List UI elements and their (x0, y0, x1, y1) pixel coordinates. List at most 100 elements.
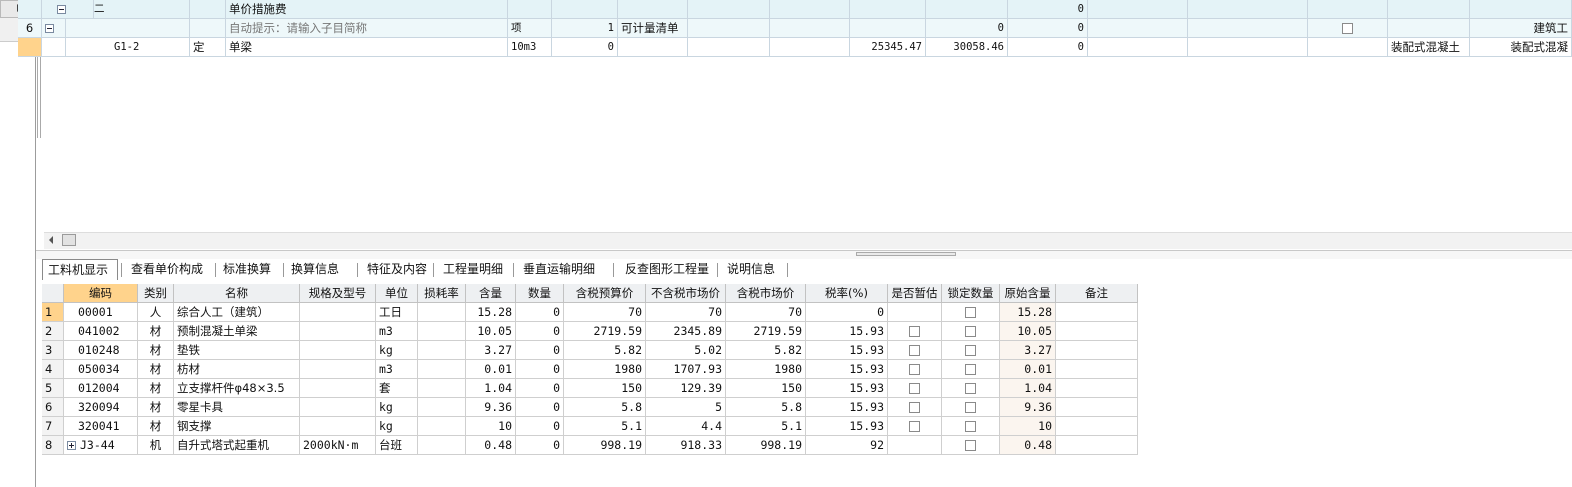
cell-lock[interactable] (942, 398, 1000, 417)
splitter-grip-icon[interactable] (856, 252, 956, 256)
cell-name[interactable]: 零星卡具 (174, 398, 300, 417)
cell-code[interactable]: 010248 (64, 341, 138, 360)
cell-orig[interactable]: 3.27 (1000, 341, 1056, 360)
upper-cell-price1[interactable] (770, 0, 850, 19)
cell-orig[interactable]: 9.36 (1000, 398, 1056, 417)
cell-p3[interactable]: 2719.59 (726, 322, 806, 341)
cell-unit[interactable]: 工日 (376, 303, 418, 322)
cell-p3[interactable]: 5.8 (726, 398, 806, 417)
cell-p1[interactable]: 2719.59 (564, 322, 646, 341)
cell-code[interactable]: 320094 (64, 398, 138, 417)
cell-lock[interactable] (942, 341, 1000, 360)
cell-cat[interactable]: 材 (138, 341, 174, 360)
upper-cell-col_a[interactable] (1388, 0, 1470, 19)
cell-lock[interactable] (942, 379, 1000, 398)
cell-p3[interactable]: 1980 (726, 360, 806, 379)
cell-amt[interactable]: 0 (516, 341, 564, 360)
cell-tax[interactable]: 15.93 (806, 417, 888, 436)
cell-p2[interactable]: 129.39 (646, 379, 726, 398)
cell-n[interactable]: 6 (42, 398, 64, 417)
grid-row[interactable]: 2 041002 材预制混凝土单梁 m3 10.05 0 2719.59 2345.89 271… (42, 322, 1138, 341)
cell-est[interactable] (888, 417, 942, 436)
upper-cell-tree[interactable] (42, 19, 66, 38)
cell-cat[interactable]: 材 (138, 398, 174, 417)
cell-spec[interactable] (300, 322, 376, 341)
cell-qty[interactable]: 10 (466, 417, 516, 436)
cell-p1[interactable]: 998.19 (564, 436, 646, 455)
cell-tax[interactable]: 0 (806, 303, 888, 322)
lock-checkbox[interactable] (965, 421, 976, 432)
cell-p2[interactable]: 2345.89 (646, 322, 726, 341)
upper-cell-unit[interactable]: 10m3 (508, 38, 552, 57)
upper-cell-col_a[interactable] (1388, 19, 1470, 38)
upper-cell-blank2[interactable] (1088, 38, 1188, 57)
upper-cell-col_b[interactable]: 建筑工 (1470, 19, 1572, 38)
lock-checkbox[interactable] (965, 402, 976, 413)
cell-qty[interactable]: 9.36 (466, 398, 516, 417)
cell-p2[interactable]: 918.33 (646, 436, 726, 455)
cell-lock[interactable] (942, 303, 1000, 322)
cell-orig[interactable]: 1.04 (1000, 379, 1056, 398)
cell-p1[interactable]: 70 (564, 303, 646, 322)
estimate-checkbox[interactable] (909, 326, 920, 337)
header-orig[interactable]: 原始含量 (1000, 284, 1056, 303)
horizontal-splitter[interactable] (36, 250, 1572, 259)
upper-cell-blank1[interactable] (688, 38, 770, 57)
upper-cell-extra[interactable] (618, 0, 688, 19)
cell-qty[interactable]: 15.28 (466, 303, 516, 322)
cell-orig[interactable]: 15.28 (1000, 303, 1056, 322)
upper-cell-type[interactable]: 定 (190, 38, 226, 57)
cell-tax[interactable]: 15.93 (806, 360, 888, 379)
cell-orig[interactable]: 0.01 (1000, 360, 1056, 379)
upper-cell-tree[interactable] (42, 0, 94, 19)
grid-row[interactable]: 6 320094 材零星卡具 kg 9.36 0 5.8 5 5.8 15.93 9.36 (42, 398, 1138, 417)
header-loss[interactable]: 损耗率 (418, 284, 466, 303)
cell-spec[interactable] (300, 379, 376, 398)
tab-7[interactable]: 垂直运输明细 (518, 259, 610, 280)
header-tax[interactable]: 税率(%) (806, 284, 888, 303)
upper-cell-code[interactable]: G1-2 (66, 38, 190, 57)
upper-cell-rownum[interactable] (18, 0, 42, 19)
cell-spec[interactable] (300, 398, 376, 417)
scroll-left-icon[interactable] (49, 236, 53, 244)
upper-cell-blank3[interactable] (1188, 19, 1308, 38)
lock-checkbox[interactable] (965, 307, 976, 318)
cell-unit[interactable]: kg (376, 341, 418, 360)
tab-4[interactable]: 换算信息 (286, 259, 354, 280)
cell-name[interactable]: 立支撑杆件φ48×3.5 (174, 379, 300, 398)
cell-tax[interactable]: 15.93 (806, 341, 888, 360)
cell-code[interactable]: 00001 (64, 303, 138, 322)
header-name[interactable]: 名称 (174, 284, 300, 303)
grid-row[interactable]: 7 320041 材钢支撑 kg 10 0 5.1 4.4 5.1 15.93 10 (42, 417, 1138, 436)
cell-unit[interactable]: 套 (376, 379, 418, 398)
upper-cell-checkbox[interactable] (1308, 19, 1388, 38)
header-amt[interactable]: 数量 (516, 284, 564, 303)
cell-qty[interactable]: 0.01 (466, 360, 516, 379)
header-est[interactable]: 是否暂估 (888, 284, 942, 303)
cell-unit[interactable]: kg (376, 398, 418, 417)
upper-cell-code[interactable] (66, 19, 190, 38)
cell-loss[interactable] (418, 379, 466, 398)
cell-code[interactable]: 320041 (64, 417, 138, 436)
cell-lock[interactable] (942, 436, 1000, 455)
cell-note[interactable] (1056, 417, 1138, 436)
cell-cat[interactable]: 机 (138, 436, 174, 455)
cell-spec[interactable]: 2000kN·m (300, 436, 376, 455)
cell-note[interactable] (1056, 322, 1138, 341)
upper-cell-col_a[interactable]: 装配式混凝土 (1388, 38, 1470, 57)
cell-qty[interactable]: 10.05 (466, 322, 516, 341)
cell-loss[interactable] (418, 360, 466, 379)
cell-name[interactable]: 钢支撑 (174, 417, 300, 436)
cell-unit[interactable]: m3 (376, 360, 418, 379)
grid-row[interactable]: 1 00001 人综合人工（建筑） 工日 15.28 0 70 70 70 0 15.28 (42, 303, 1138, 322)
estimate-checkbox[interactable] (909, 345, 920, 356)
upper-cell-name[interactable]: 单价措施费 (226, 0, 508, 19)
cell-code[interactable]: 050034 (64, 360, 138, 379)
cell-orig[interactable]: 10.05 (1000, 322, 1056, 341)
cell-name[interactable]: 自升式塔式起重机 (174, 436, 300, 455)
upper-cell-type[interactable] (190, 0, 226, 19)
cell-lock[interactable] (942, 360, 1000, 379)
cell-cat[interactable]: 材 (138, 360, 174, 379)
upper-cell-checkbox[interactable] (1308, 38, 1388, 57)
cell-lock[interactable] (942, 417, 1000, 436)
